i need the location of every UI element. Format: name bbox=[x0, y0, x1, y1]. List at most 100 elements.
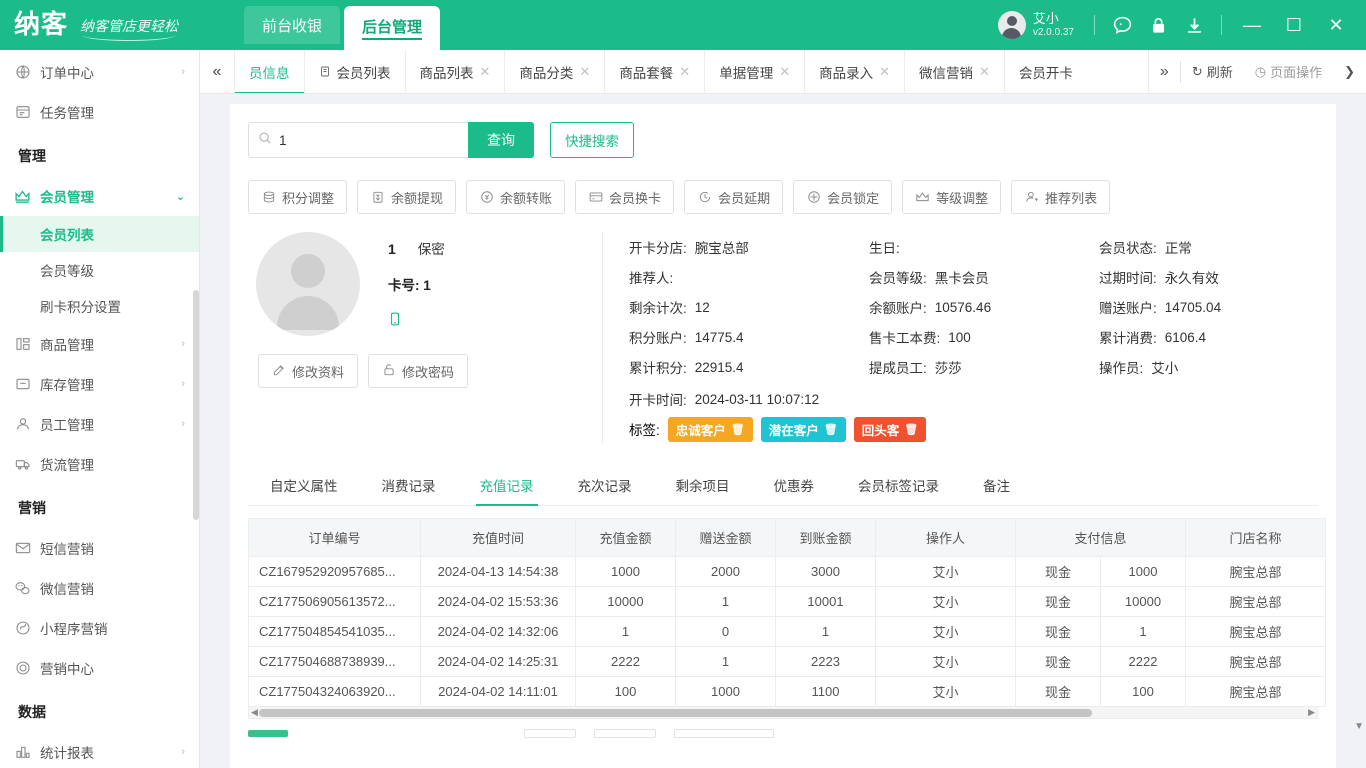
subtab-recharge-records[interactable]: 充值记录 bbox=[458, 464, 556, 506]
close-icon[interactable]: ✕ bbox=[779, 64, 790, 80]
close-icon[interactable]: ✕ bbox=[579, 64, 590, 80]
table-horizontal-scrollbar[interactable]: ◀ ▶ bbox=[248, 707, 1318, 719]
table-row[interactable]: CZ177504324063920... 2024-04-02 14:11:01 1… bbox=[248, 676, 1327, 707]
footer-button[interactable] bbox=[674, 728, 774, 738]
phone-icon[interactable] bbox=[388, 310, 598, 333]
sidebar-item-member-level[interactable]: 会员等级 bbox=[0, 252, 199, 288]
table-cell: 2222 bbox=[1099, 646, 1187, 677]
edit-profile-button[interactable]: 修改资料 bbox=[258, 354, 359, 388]
refresh-button[interactable]: ↻ 刷新 bbox=[1181, 50, 1244, 93]
points-adjust-button[interactable]: 积分调整 bbox=[248, 180, 348, 214]
tab-member-card-open[interactable]: 会员开卡 bbox=[1003, 50, 1087, 93]
tabs-more-button[interactable]: » bbox=[1149, 50, 1180, 93]
topnav-backoffice[interactable]: 后台管理 bbox=[344, 6, 441, 50]
tab-product-package[interactable]: 商品套餐 ✕ bbox=[604, 50, 704, 93]
trash-icon[interactable]: 🗑 bbox=[824, 423, 838, 436]
member-card-change-button[interactable]: 会员换卡 bbox=[575, 180, 675, 214]
member-lock-button[interactable]: 会员锁定 bbox=[793, 180, 893, 214]
close-icon[interactable]: ✕ bbox=[679, 64, 690, 80]
sidebar-item-statistics-report[interactable]: 统计报表 › bbox=[0, 732, 199, 768]
sidebar-item-member-management[interactable]: 会员管理 ⌄ bbox=[0, 176, 199, 216]
balance-withdraw-button[interactable]: 余额提现 bbox=[357, 180, 457, 214]
sidebar-item-label: 会员管理 bbox=[40, 190, 94, 205]
lock-icon[interactable] bbox=[1141, 8, 1175, 42]
tab-member-list[interactable]: 会员列表 bbox=[303, 50, 405, 93]
balance-transfer-button[interactable]: 余额转账 bbox=[466, 180, 566, 214]
subtab-remaining-projects[interactable]: 剩余项目 bbox=[654, 464, 752, 505]
member-extend-button[interactable]: 会员延期 bbox=[684, 180, 784, 214]
tab-wechat-marketing[interactable]: 微信营销 ✕ bbox=[904, 50, 1004, 93]
close-icon[interactable]: ✕ bbox=[979, 64, 990, 80]
close-icon[interactable]: ✕ bbox=[879, 64, 890, 80]
sidebar-item-task-management[interactable]: 任务管理 bbox=[0, 92, 199, 132]
tabs-collapse-left-button[interactable]: « bbox=[200, 50, 234, 93]
sidebar-item-label: 货流管理 bbox=[40, 458, 94, 473]
table-row[interactable]: CZ177504854541035... 2024-04-02 14:32:06 1… bbox=[248, 616, 1327, 647]
subtab-member-tag-records[interactable]: 会员标签记录 bbox=[836, 464, 961, 505]
scroll-right-arrow[interactable]: ▶ bbox=[1308, 707, 1315, 718]
subtab-count-recharge-records[interactable]: 充次记录 bbox=[556, 464, 654, 505]
topnav-frontdesk[interactable]: 前台收银 bbox=[244, 6, 341, 44]
sidebar-item-member-list[interactable]: 会员列表 bbox=[0, 216, 199, 252]
scrollbar-thumb[interactable] bbox=[259, 709, 1093, 717]
tab-product-category[interactable]: 商品分类 ✕ bbox=[504, 50, 604, 93]
sidebar-item-card-points-setting[interactable]: 刷卡积分设置 bbox=[0, 288, 199, 324]
close-icon[interactable]: ✕ bbox=[480, 64, 491, 80]
download-icon[interactable] bbox=[1177, 8, 1211, 42]
subtab-remarks[interactable]: 备注 bbox=[961, 464, 1032, 505]
tag-potential-customer[interactable]: 潜在客户 🗑 bbox=[760, 416, 846, 442]
level-adjust-button[interactable]: 等级调整 bbox=[902, 180, 1002, 214]
table-row[interactable]: CZ167952920957685... 2024-04-13 14:54:38 1… bbox=[248, 556, 1327, 587]
table-row[interactable]: CZ177506905613572... 2024-04-02 15:53:36 1… bbox=[248, 586, 1327, 617]
tag-returning-customer[interactable]: 回头客 🗑 bbox=[853, 416, 927, 442]
sidebar-scrollbar[interactable] bbox=[193, 290, 199, 520]
sidebar-item-logistics-management[interactable]: 货流管理 bbox=[0, 444, 199, 484]
sidebar-item-inventory-management[interactable]: 库存管理 › bbox=[0, 364, 199, 404]
top-navigation: 前台收银 后台管理 bbox=[244, 0, 441, 50]
scroll-left-arrow[interactable]: ◀ bbox=[251, 707, 258, 718]
edit-password-button[interactable]: 修改密码 bbox=[368, 354, 469, 388]
col-payment-info: 支付信息 bbox=[1014, 518, 1187, 557]
footer-button[interactable] bbox=[594, 728, 656, 738]
sidebar-item-miniprogram-marketing[interactable]: 小程序营销 bbox=[0, 608, 199, 648]
tab-member-info[interactable]: 员信息 bbox=[234, 50, 304, 93]
sidebar-item-goods-management[interactable]: 商品管理 › bbox=[0, 324, 199, 364]
sidebar-item-staff-management[interactable]: 员工管理 › bbox=[0, 404, 199, 444]
subtab-consumption-records[interactable]: 消费记录 bbox=[360, 464, 458, 505]
table-cell: 2223 bbox=[775, 646, 876, 677]
table-row[interactable]: CZ177504688738939... 2024-04-02 14:25:31 2… bbox=[248, 646, 1327, 677]
action-label: 余额转账 bbox=[500, 190, 553, 206]
maximize-button[interactable]: ☐ bbox=[1274, 0, 1314, 50]
footer-button[interactable] bbox=[524, 728, 576, 738]
field-row: 累计消费: 6106.4 bbox=[1099, 322, 1318, 352]
action-label: 等级调整 bbox=[936, 190, 989, 206]
user-chip[interactable]: 艾小 v2.0.0.37 bbox=[988, 11, 1084, 39]
search-input-wrap[interactable] bbox=[248, 122, 468, 158]
page-scroll-down-arrow[interactable]: ▼ bbox=[1354, 721, 1364, 732]
search-input[interactable] bbox=[279, 132, 459, 148]
tab-document-management[interactable]: 单据管理 ✕ bbox=[704, 50, 804, 93]
subtab-custom-attributes[interactable]: 自定义属性 bbox=[248, 464, 360, 505]
tab-product-list[interactable]: 商品列表 ✕ bbox=[404, 50, 505, 93]
page-operations-button[interactable]: ◷ 页面操作 bbox=[1244, 50, 1333, 93]
tabs-scroll-right-button[interactable]: ❯ bbox=[1333, 50, 1366, 93]
sidebar-item-marketing-center[interactable]: 营销中心 bbox=[0, 648, 199, 688]
chat-icon[interactable] bbox=[1105, 8, 1139, 42]
quick-search-button[interactable]: 快捷搜索 bbox=[550, 122, 634, 158]
mail-icon bbox=[14, 540, 31, 557]
sidebar-item-order-center[interactable]: 订单中心 › bbox=[0, 52, 199, 92]
unlock-icon bbox=[382, 363, 396, 380]
query-button[interactable]: 查询 bbox=[468, 122, 534, 158]
footer-primary-button[interactable] bbox=[248, 729, 288, 737]
trash-icon[interactable]: 🗑 bbox=[731, 423, 745, 436]
sidebar-item-wechat-marketing[interactable]: 微信营销 bbox=[0, 568, 199, 608]
tab-product-entry[interactable]: 商品录入 ✕ bbox=[804, 50, 904, 93]
subtab-coupons[interactable]: 优惠券 bbox=[752, 464, 837, 505]
tag-loyal-customer[interactable]: 忠诚客户 🗑 bbox=[667, 416, 753, 442]
referral-list-button[interactable]: 推荐列表 bbox=[1011, 180, 1111, 214]
close-button[interactable]: ✕ bbox=[1316, 0, 1356, 50]
sidebar-item-sms-marketing[interactable]: 短信营销 bbox=[0, 528, 199, 568]
trash-icon[interactable]: 🗑 bbox=[904, 423, 918, 436]
minimize-button[interactable]: — bbox=[1232, 0, 1272, 50]
tab-label: 单据管理 bbox=[719, 65, 774, 81]
